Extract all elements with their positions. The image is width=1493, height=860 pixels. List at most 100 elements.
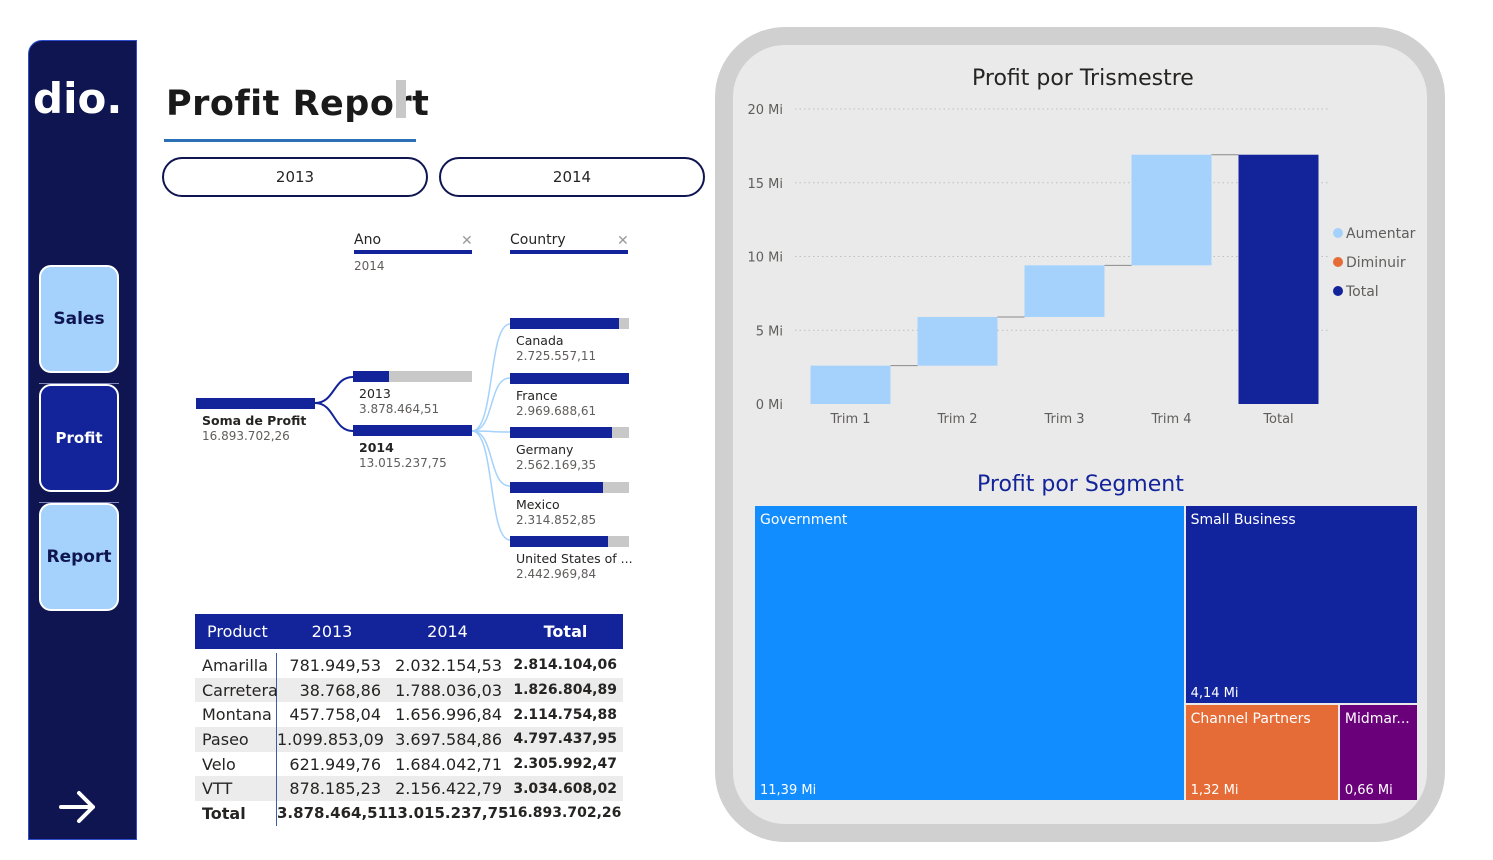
waterfall-bar[interactable] (917, 316, 998, 366)
table-row[interactable]: VTT 878.185,23 2.156.422,79 3.034.608,02 (195, 776, 623, 802)
cell-total: 16.893.702,26 (508, 805, 622, 822)
header-2013[interactable]: 2013 (277, 622, 387, 641)
treemap-tile-label: Small Business (1190, 512, 1296, 528)
table-row[interactable]: Paseo 1.099.853,09 3.697.584,86 4.797.43… (195, 727, 623, 752)
waterfall-bar[interactable] (1131, 154, 1212, 266)
country-node-name: Germany (516, 442, 574, 457)
waterfall-bar[interactable] (1238, 154, 1319, 404)
treemap-tile[interactable]: Channel Partners 1,32 Mi (1185, 704, 1338, 800)
treemap-tile-value: 11,39 Mi (760, 783, 817, 798)
nav-sales-button[interactable]: Sales (39, 265, 119, 373)
country-node-value: 2.562.169,35 (516, 458, 597, 472)
country-node-bar[interactable] (510, 481, 603, 493)
cell-2014: 1.788.036,03 (395, 680, 502, 700)
treemap-tile-value: 1,32 Mi (1190, 782, 1239, 798)
country-node-bar[interactable] (510, 536, 608, 547)
header-product[interactable]: Product (195, 614, 277, 649)
table-row[interactable]: Amarilla 781.949,53 2.032.154,53 2.814.1… (195, 653, 623, 678)
x-tick-label: Total (1262, 412, 1293, 427)
waterfall-title: Profit por Trismestre (972, 66, 1194, 91)
treemap-tile[interactable]: Small Business 4,14 Mi (1185, 506, 1417, 703)
year-2013-button[interactable]: 2013 (162, 157, 428, 197)
treemap-tile-label: Midmar... (1344, 710, 1410, 727)
treemap-tile-value: 0,66 Mi (1344, 782, 1393, 798)
cell-2013: 1.099.853,09 (277, 729, 384, 749)
year-node-bar[interactable] (353, 425, 472, 436)
country-node-bar[interactable] (510, 318, 619, 329)
legend-marker (1333, 286, 1343, 296)
y-tick-label: 15 Mi (747, 177, 783, 192)
x-tick-label: Trim 3 (1043, 412, 1084, 427)
cell-2013: 38.768,86 (299, 680, 381, 700)
sidebar: dio. Sales Profit Report (28, 40, 137, 840)
waterfall-bar[interactable] (810, 365, 891, 404)
title-accent (396, 80, 406, 118)
svg-text:dio.: dio. (33, 79, 122, 121)
level-country-underline (510, 250, 628, 254)
country-node-bar[interactable] (510, 372, 629, 384)
cell-2014: 2.156.422,79 (395, 779, 502, 799)
table-header: Product 2013 2014 Total (195, 614, 623, 649)
cell-2014: 3.697.584,86 (395, 729, 502, 749)
page-title: Profit Report (166, 84, 430, 124)
header-2014[interactable]: 2014 (387, 622, 508, 641)
cell-product: Carretera (195, 677, 278, 703)
level-ano-selected: 2014 (354, 259, 385, 273)
cell-total: 3.034.608,02 (513, 780, 617, 797)
waterfall-chart[interactable]: 0 Mi 5 Mi 10 Mi 15 Mi 20 Mi Trim 1 Trim 2 Trim … (735, 95, 1435, 435)
y-tick-label: 20 Mi (747, 103, 783, 118)
root-node-value: 16.893.702,26 (202, 429, 290, 443)
x-tick-label: Trim 1 (829, 412, 870, 427)
product-table: Product 2013 2014 Total Amarilla 781.949… (195, 614, 623, 826)
header-total[interactable]: Total (508, 622, 623, 641)
table-row[interactable]: Carretera 38.768,86 1.788.036,03 1.826.8… (195, 677, 623, 703)
table-row[interactable]: Velo 621.949,76 1.684.042,71 2.305.992,4… (195, 751, 623, 777)
legend-marker (1333, 228, 1343, 238)
cell-total: 4.797.437,95 (513, 731, 617, 748)
table-row[interactable]: Montana 457.758,04 1.656.996,84 2.114.75… (195, 702, 623, 728)
treemap-tile-label: Channel Partners (1190, 710, 1311, 727)
x-tick-label: Trim 2 (936, 412, 977, 427)
title-underline (164, 139, 416, 142)
close-icon[interactable]: ✕ (461, 233, 473, 249)
nav-profit-button[interactable]: Profit (39, 384, 119, 492)
cell-product: Velo (195, 751, 277, 777)
country-node-name: United States of ... (516, 551, 633, 566)
year-node-name: 2013 (359, 386, 391, 401)
treemap-tile[interactable]: Government 11,39 Mi (755, 506, 1184, 800)
country-node-value: 2.442.969,84 (516, 567, 597, 581)
legend-label[interactable]: Diminuir (1346, 255, 1406, 271)
level-country-label: Country (510, 232, 566, 248)
cell-product: Paseo (195, 727, 277, 752)
dio-logo: dio. (33, 79, 122, 121)
y-tick-label: 10 Mi (747, 251, 783, 266)
treemap-tile-label: Government (760, 512, 848, 528)
nav-report-button[interactable]: Report (39, 503, 119, 611)
close-icon[interactable]: ✕ (617, 233, 629, 249)
year-node-bar[interactable] (353, 371, 389, 382)
cell-total: 2.814.104,06 (513, 657, 617, 674)
treemap-tile[interactable]: Midmar... 0,66 Mi (1339, 704, 1417, 800)
root-node-bar[interactable] (196, 398, 315, 409)
cell-2013: 3.878.464,51 (277, 804, 389, 823)
treemap-tile-value: 4,14 Mi (1190, 685, 1239, 701)
cell-product: VTT (195, 776, 277, 802)
country-node-bar[interactable] (510, 427, 612, 438)
waterfall-bar[interactable] (1024, 265, 1105, 317)
cell-2013: 457.758,04 (289, 705, 381, 725)
treemap-title: Profit por Segment (977, 472, 1184, 497)
y-tick-label: 5 Mi (756, 324, 783, 339)
arrow-right-icon[interactable] (59, 789, 99, 825)
year-2014-button[interactable]: 2014 (439, 157, 705, 197)
root-node-name: Soma de Profit (202, 413, 307, 428)
legend-label[interactable]: Total (1345, 284, 1379, 300)
cell-2014: 1.684.042,71 (395, 754, 502, 774)
cell-product: Total (195, 801, 277, 826)
legend-marker (1333, 257, 1343, 267)
country-node-name: Mexico (516, 496, 560, 512)
cell-total: 2.305.992,47 (513, 756, 617, 773)
legend-label[interactable]: Aumentar (1346, 226, 1416, 242)
cell-total: 2.114.754,88 (513, 706, 617, 723)
treemap-chart[interactable]: Government 11,39 Mi Small Business 4,14 Mi C… (755, 506, 1417, 800)
country-node-value: 2.314.852,85 (516, 512, 597, 527)
